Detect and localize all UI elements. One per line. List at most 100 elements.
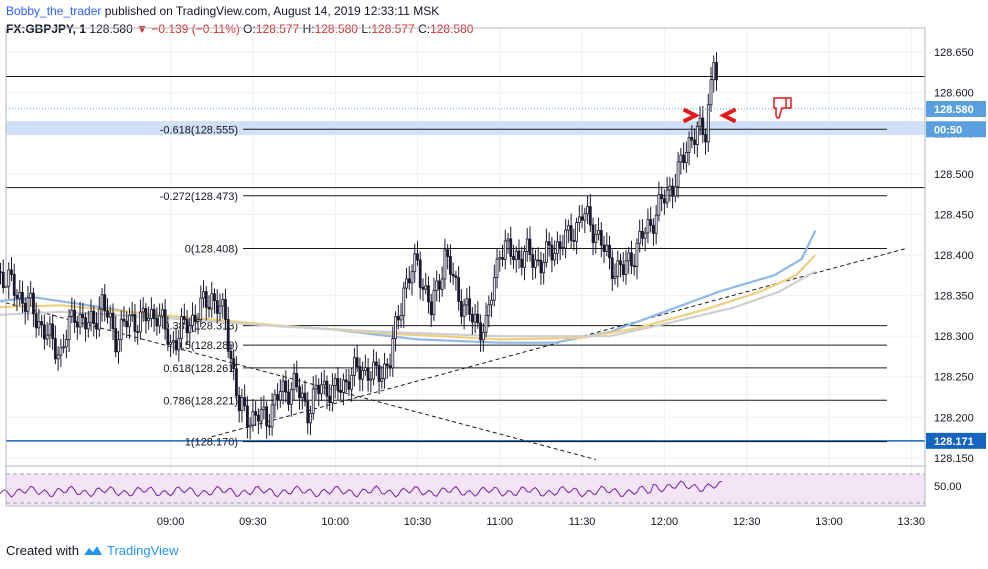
candle-body	[399, 314, 403, 321]
y-tick-label: 128.400	[934, 250, 974, 262]
candle-body	[429, 301, 433, 316]
x-tick-label: 09:30	[239, 516, 267, 528]
candle-body	[454, 275, 458, 279]
candle-body	[657, 194, 661, 216]
candle-body	[180, 316, 183, 339]
candle-body	[462, 304, 466, 317]
candle-body	[410, 271, 414, 284]
candle-body	[558, 241, 562, 248]
candle-body	[256, 414, 260, 422]
candle-body	[446, 249, 450, 257]
candle-body	[627, 252, 631, 262]
candle-body	[652, 224, 655, 234]
candle-body	[246, 405, 249, 428]
candle-body	[545, 241, 548, 263]
candle-body	[229, 350, 233, 360]
candle-body	[374, 361, 378, 366]
candle-body	[405, 278, 408, 289]
candle-body	[561, 247, 565, 249]
candle-body	[122, 318, 126, 322]
candle-body	[226, 319, 230, 352]
candle-body	[45, 334, 49, 340]
candle-body	[608, 244, 611, 259]
candle-body	[26, 297, 30, 312]
candle-body	[355, 357, 359, 367]
candle-body	[438, 280, 441, 290]
candle-body	[243, 397, 247, 407]
candle-body	[416, 253, 419, 261]
candle-body	[459, 301, 463, 317]
candle-body	[599, 229, 603, 246]
candle-body	[177, 337, 181, 351]
candle-body	[160, 309, 164, 317]
candle-body	[487, 304, 491, 317]
candle-body	[284, 380, 288, 393]
candle-body	[588, 206, 592, 226]
axes: 128.650128.600128.550128.500128.450128.4…	[5, 27, 986, 528]
candle-body	[712, 62, 716, 81]
candle-body	[111, 312, 115, 330]
candle-body	[449, 256, 452, 275]
candle-body	[311, 388, 315, 414]
candle-body	[86, 322, 90, 330]
x-tick-label: 13:00	[815, 516, 843, 528]
fib-label: 0.618(128.261)	[163, 363, 238, 375]
candle-body	[15, 294, 19, 299]
candle-body	[254, 411, 258, 416]
candle-body	[265, 406, 269, 427]
candle-body	[0, 271, 2, 273]
candle-body	[503, 240, 507, 260]
candle-body	[199, 297, 203, 321]
candle-body	[660, 194, 664, 200]
candle-body	[514, 250, 518, 261]
candle-body	[372, 361, 376, 380]
y-tick-label: 128.650	[934, 47, 974, 59]
candle-body	[240, 397, 244, 411]
candle-body	[528, 238, 532, 256]
candle-body	[704, 134, 707, 143]
candle-body	[424, 285, 428, 290]
candle-body	[37, 321, 41, 329]
candle-body	[174, 340, 178, 351]
candle-body	[380, 378, 384, 382]
fib-label: 0(128.408)	[185, 244, 238, 256]
arrow-right-icon	[682, 107, 701, 124]
candle-body	[182, 316, 186, 320]
candle-body	[396, 316, 400, 321]
candle-body	[580, 216, 584, 221]
candle-body	[155, 318, 159, 327]
thumbs-down-icon	[773, 97, 792, 119]
candle-body	[144, 308, 148, 322]
candle-body	[262, 406, 266, 410]
x-tick-label: 10:30	[404, 516, 432, 528]
candle-body	[136, 331, 140, 333]
candle-body	[270, 404, 274, 428]
candle-body	[100, 294, 104, 310]
candle-body	[646, 219, 650, 234]
candle-body	[196, 319, 200, 323]
y-tick-label: 128.350	[934, 291, 974, 303]
price-chart[interactable]: -0.618(128.555) -0.272(128.473) 0(128.408)…	[0, 0, 988, 569]
arrow-left-icon	[719, 107, 737, 124]
candle-body	[224, 299, 227, 320]
candle-body	[130, 314, 134, 317]
candle-body	[594, 233, 598, 243]
candle-body	[303, 392, 307, 402]
candle-body	[59, 347, 63, 356]
candle-body	[602, 244, 606, 252]
candle-body	[649, 219, 653, 226]
candle-body	[465, 298, 469, 306]
tradingview-logo-icon	[83, 545, 102, 555]
candle-body	[81, 313, 85, 319]
axis-label-countdown: 00:50	[934, 124, 962, 136]
candle-body	[377, 365, 381, 382]
candles	[0, 52, 718, 440]
candle-body	[237, 395, 241, 411]
candle-body	[668, 185, 672, 191]
candle-body	[7, 269, 11, 287]
tradingview-brand[interactable]: TradingView	[107, 543, 179, 558]
candle-body	[70, 309, 74, 317]
candle-body	[654, 214, 658, 234]
candle-body	[443, 249, 447, 280]
candle-body	[289, 389, 293, 405]
